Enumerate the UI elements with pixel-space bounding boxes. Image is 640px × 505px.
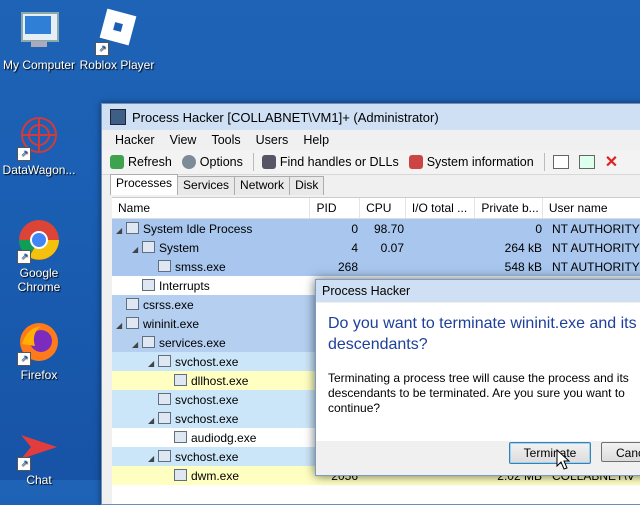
shortcut-arrow-icon: ↗ (95, 42, 109, 56)
column-io-total[interactable]: I/O total ... (406, 198, 476, 218)
terminate-button[interactable]: Terminate (509, 442, 591, 464)
process-icon (174, 373, 187, 386)
terminate-confirm-dialog: Process Hacker Do you want to terminate … (315, 279, 640, 476)
graph-icon (408, 155, 423, 169)
tab-services[interactable]: Services (177, 176, 236, 195)
chat-icon: ↗ (17, 425, 61, 471)
process-icon (158, 411, 171, 424)
arrow-window-icon[interactable] (578, 155, 595, 169)
process-hacker-app-icon (110, 109, 126, 125)
process-icon (158, 259, 171, 272)
refresh-button[interactable]: Refresh (110, 155, 172, 169)
dialog-question: Do you want to terminate wininit.exe and… (328, 315, 637, 353)
window-titlebar[interactable]: Process Hacker [COLLABNET\VM1]+ (Adminis… (102, 104, 640, 130)
gear-icon (181, 155, 196, 169)
process-icon (158, 449, 171, 462)
process-icon (158, 354, 171, 367)
column-name[interactable]: Name (112, 198, 311, 218)
desktop-icon-label: Google Chrome (17, 266, 61, 294)
menu-help[interactable]: Help (296, 133, 337, 147)
process-icon (126, 316, 139, 329)
toolbar: Refresh Options Find handles or DLLs Sys… (102, 150, 640, 175)
tab-processes[interactable]: Processes (110, 174, 179, 195)
expand-arrow-icon[interactable]: ◢ (116, 226, 126, 235)
refresh-icon (110, 155, 124, 169)
table-row[interactable]: ◢ System 4 0.07 264 kB NT AUTHORITY (112, 238, 640, 257)
shortcut-arrow-icon: ↗ (17, 250, 31, 264)
process-icon (158, 392, 171, 405)
tab-network[interactable]: Network (234, 176, 291, 195)
options-button[interactable]: Options (181, 155, 243, 169)
expand-arrow-icon[interactable]: ◢ (148, 359, 158, 368)
process-icon (126, 297, 139, 310)
computer-icon (17, 10, 61, 54)
process-icon (142, 240, 155, 253)
expand-arrow-icon[interactable]: ◢ (148, 454, 158, 463)
shortcut-arrow-icon: ↗ (17, 352, 31, 366)
expand-arrow-icon[interactable]: ◢ (148, 416, 158, 425)
shortcut-arrow-icon: ↗ (17, 147, 31, 161)
desktop-icon-label: Chat (26, 473, 52, 487)
desktop-icon-datawagon[interactable]: ↗ DataWagon... (0, 115, 81, 177)
column-private-bytes[interactable]: Private b... (475, 198, 543, 218)
window-title: Process Hacker [COLLABNET\VM1]+ (Adminis… (132, 109, 439, 125)
desktop-icon-chrome[interactable]: ↗ Google Chrome (0, 218, 81, 294)
desktop-icon-my-computer[interactable]: My Computer (0, 10, 81, 72)
process-icon (174, 468, 187, 481)
shortcut-arrow-icon: ↗ (17, 457, 31, 471)
desktop-icon-roblox[interactable]: ↗ Roblox Player (75, 8, 159, 72)
desktop-icon-label: Firefox (20, 368, 58, 382)
expand-arrow-icon[interactable]: ◢ (132, 245, 142, 254)
datawagon-icon: ↗ (17, 115, 61, 161)
menu-view[interactable]: View (163, 133, 205, 147)
tab-strip: Processes Services Network Disk (102, 174, 640, 195)
toolbar-separator (252, 153, 254, 171)
desktop-icon-label: Roblox Player (79, 58, 155, 72)
desktop-icon-firefox[interactable]: ↗ Firefox (0, 320, 81, 382)
column-cpu[interactable]: CPU (360, 198, 406, 218)
process-icon (174, 430, 187, 443)
process-icon (126, 221, 139, 234)
menu-users[interactable]: Users (249, 133, 297, 147)
table-row[interactable]: smss.exe 268 548 kB NT AUTHORITY (112, 257, 640, 276)
mouse-cursor-icon (556, 449, 570, 470)
table-row[interactable]: ◢ System Idle Process 0 98.70 0 NT AUTHOR… (112, 219, 640, 238)
menu-tools[interactable]: Tools (204, 133, 248, 147)
process-icon (142, 335, 155, 348)
system-information-button[interactable]: System information (408, 155, 534, 169)
cancel-button[interactable]: Cancel (601, 442, 640, 462)
roblox-icon: ↗ (95, 8, 139, 56)
process-icon (142, 278, 155, 291)
close-x-icon[interactable]: ✕ (605, 152, 618, 172)
firefox-icon: ↗ (17, 320, 61, 366)
menu-hacker[interactable]: Hacker (108, 133, 163, 147)
menu-bar: Hacker View Tools Users Help (102, 130, 640, 150)
binoculars-icon (261, 155, 276, 169)
find-handles-button[interactable]: Find handles or DLLs (261, 155, 399, 169)
dialog-body: Do you want to terminate wininit.exe and… (316, 303, 640, 441)
desktop-icon-chat[interactable]: ↗ Chat (0, 425, 81, 487)
toolbar-separator (543, 153, 545, 171)
dialog-detail: Terminating a process tree will cause th… (328, 371, 629, 415)
column-user-name[interactable]: User name (543, 198, 640, 218)
window-icon[interactable] (552, 155, 569, 169)
desktop-icon-label: DataWagon... (2, 163, 76, 177)
desktop-icon-label: My Computer (2, 58, 76, 72)
column-header-row: Name PID CPU I/O total ... Private b... … (112, 198, 640, 219)
dialog-title[interactable]: Process Hacker (316, 280, 640, 302)
column-pid[interactable]: PID (310, 198, 361, 218)
expand-arrow-icon[interactable]: ◢ (132, 340, 142, 349)
tab-disk[interactable]: Disk (289, 176, 325, 195)
chrome-icon: ↗ (17, 218, 61, 264)
expand-arrow-icon[interactable]: ◢ (116, 321, 126, 330)
